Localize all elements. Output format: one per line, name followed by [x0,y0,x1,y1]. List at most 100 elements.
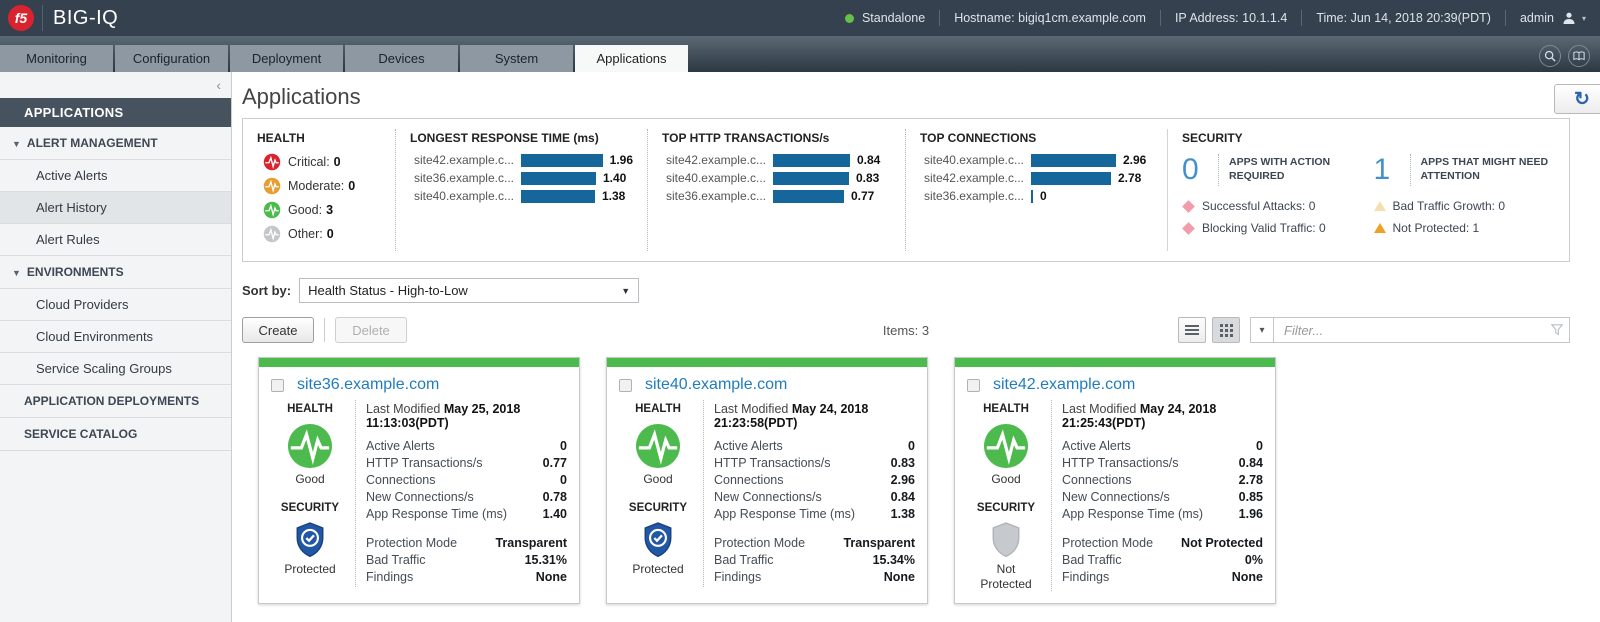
health-status-bar [955,358,1275,367]
sidebar-item-application-deployments[interactable]: APPLICATION DEPLOYMENTS [0,385,231,418]
status-dot-icon [845,14,854,23]
user-menu[interactable]: admin ▾ [1506,11,1600,25]
metric-value: 15.31% [525,553,567,567]
security-metrics: Protection ModeNot Protected Bad Traffic… [1062,536,1263,584]
create-button[interactable]: Create [242,317,314,343]
filter-options-button[interactable]: ▾ [1250,317,1274,343]
filter-box [1274,317,1570,343]
app-link[interactable]: site36.example.com [297,376,439,394]
health-good-icon [263,201,281,219]
tab-deployment[interactable]: Deployment [230,45,343,72]
health-other-icon [263,225,281,243]
divider [1218,154,1219,186]
health-other-row: Other:0 [263,225,381,243]
chart-row: site40.example.c...2.96 [920,153,1153,167]
card-checkbox[interactable] [619,379,632,392]
bar [1031,172,1111,185]
health-status-bar [607,358,927,367]
big-iq-app: f5 BIG-IQ Standalone Hostname: bigiq1cm.… [0,0,1600,622]
app-link[interactable]: site40.example.com [645,376,787,394]
stat-value: 0 [1182,153,1208,187]
tab-system[interactable]: System [460,45,573,72]
delete-button[interactable]: Delete [335,317,407,343]
card-status-column: HEALTH Good SECURITY Protected [271,400,349,587]
sidebar-item-service-catalog[interactable]: SERVICE CATALOG [0,418,231,451]
bar [521,190,595,203]
sidebar-item-cloud-environments[interactable]: Cloud Environments [0,321,231,353]
legend-label: Successful Attacks: 0 [1202,199,1315,213]
legend-label: Bad Traffic Growth: 0 [1393,199,1506,213]
app-name: site40.example.c... [662,171,766,185]
app-name: site36.example.c... [920,189,1024,203]
health-good-label: Good: [288,203,322,217]
refresh-button[interactable]: ↻ [1554,84,1600,114]
health-good-row: Good: 3 [263,201,381,219]
app-link[interactable]: site42.example.com [993,376,1135,394]
app-name: site40.example.c... [410,189,514,203]
sort-select[interactable]: Health Status - High-to-Low ▼ [299,278,639,303]
metric-row: Bad Traffic15.31% [366,553,567,567]
sidebar-group-environments[interactable]: ▼ENVIRONMENTS [0,256,231,289]
metric-row: App Response Time (ms)1.40 [366,507,567,521]
sidebar-group-alert-management[interactable]: ▼ALERT MANAGEMENT [0,127,231,160]
metric-label: App Response Time (ms) [366,507,507,521]
sidebar-item-alert-rules[interactable]: Alert Rules [0,224,231,256]
sidebar-item-active-alerts[interactable]: Active Alerts [0,160,231,192]
bar-value: 0.77 [851,189,874,203]
legend-label: Not Protected: 1 [1393,221,1480,235]
card-status-column: HEALTH Good SECURITY Not Protected [967,400,1045,591]
app-name: site36.example.c... [662,189,766,203]
metric-row: HTTP Transactions/s0.83 [714,456,915,470]
health-label: HEALTH [967,403,1045,415]
metric-value: 0 [908,439,915,453]
metric-row: Connections2.96 [714,473,915,487]
sidebar: ‹ APPLICATIONS ▼ALERT MANAGEMENT Active … [0,72,232,622]
health-label: HEALTH [619,403,697,415]
apps-with-action-required-stat: 0 APPS WITH ACTION REQUIRED [1182,153,1364,187]
chart-row: site36.example.c...1.40 [410,171,633,185]
app-card-site40: site40.example.com HEALTH Good SECURITY … [606,357,928,604]
shield-protected-icon [641,521,675,559]
tab-devices[interactable]: Devices [345,45,458,72]
last-modified-label: Last Modified [1062,402,1136,416]
product-name: BIG-IQ [42,5,118,31]
last-modified-row: Last Modified May 24, 2018 21:25:43(PDT) [1062,402,1263,430]
metric-row: App Response Time (ms)1.38 [714,507,915,521]
chart-row: site36.example.c...0 [920,189,1153,203]
filter-funnel-icon [1551,324,1563,336]
list-view-button[interactable] [1178,317,1206,343]
metric-value: 0.77 [543,456,567,470]
f5-logo-icon: f5 [8,5,34,31]
health-status-text: Good [967,472,1045,486]
card-checkbox[interactable] [967,379,980,392]
security-metrics: Protection ModeTransparent Bad Traffic15… [714,536,915,584]
sidebar-item-service-scaling-groups[interactable]: Service Scaling Groups [0,353,231,385]
health-status-text: Good [619,472,697,486]
help-guide-icon[interactable] [1568,45,1590,67]
health-good-value: 3 [326,203,333,217]
divider [1410,154,1411,186]
filter-input[interactable] [1274,317,1570,343]
page-title: Applications [242,84,1600,110]
metric-value: 0% [1245,553,1263,567]
grid-view-button[interactable] [1212,317,1240,343]
tab-applications[interactable]: Applications [575,45,688,72]
tab-configuration[interactable]: Configuration [115,45,228,72]
sidebar-item-cloud-providers[interactable]: Cloud Providers [0,289,231,321]
sidebar-collapse[interactable]: ‹ [0,72,231,98]
shield-protected-icon [293,521,327,559]
diamond-icon [1182,222,1195,235]
metric-label: Active Alerts [366,439,435,453]
stat-value: 1 [1374,153,1400,187]
bad-traffic-growth-item: Bad Traffic Growth: 0 [1374,199,1556,213]
search-icon[interactable] [1539,45,1561,67]
sidebar-item-alert-history[interactable]: Alert History [0,192,231,224]
metric-label: Protection Mode [714,536,805,550]
blocking-valid-traffic-item: Blocking Valid Traffic: 0 [1182,221,1364,235]
refresh-icon: ↻ [1574,88,1590,111]
sidebar-group-label: ALERT MANAGEMENT [27,136,158,150]
security-metrics: Protection ModeTransparent Bad Traffic15… [366,536,567,584]
app-name: site36.example.c... [410,171,514,185]
tab-monitoring[interactable]: Monitoring [0,45,113,72]
card-checkbox[interactable] [271,379,284,392]
